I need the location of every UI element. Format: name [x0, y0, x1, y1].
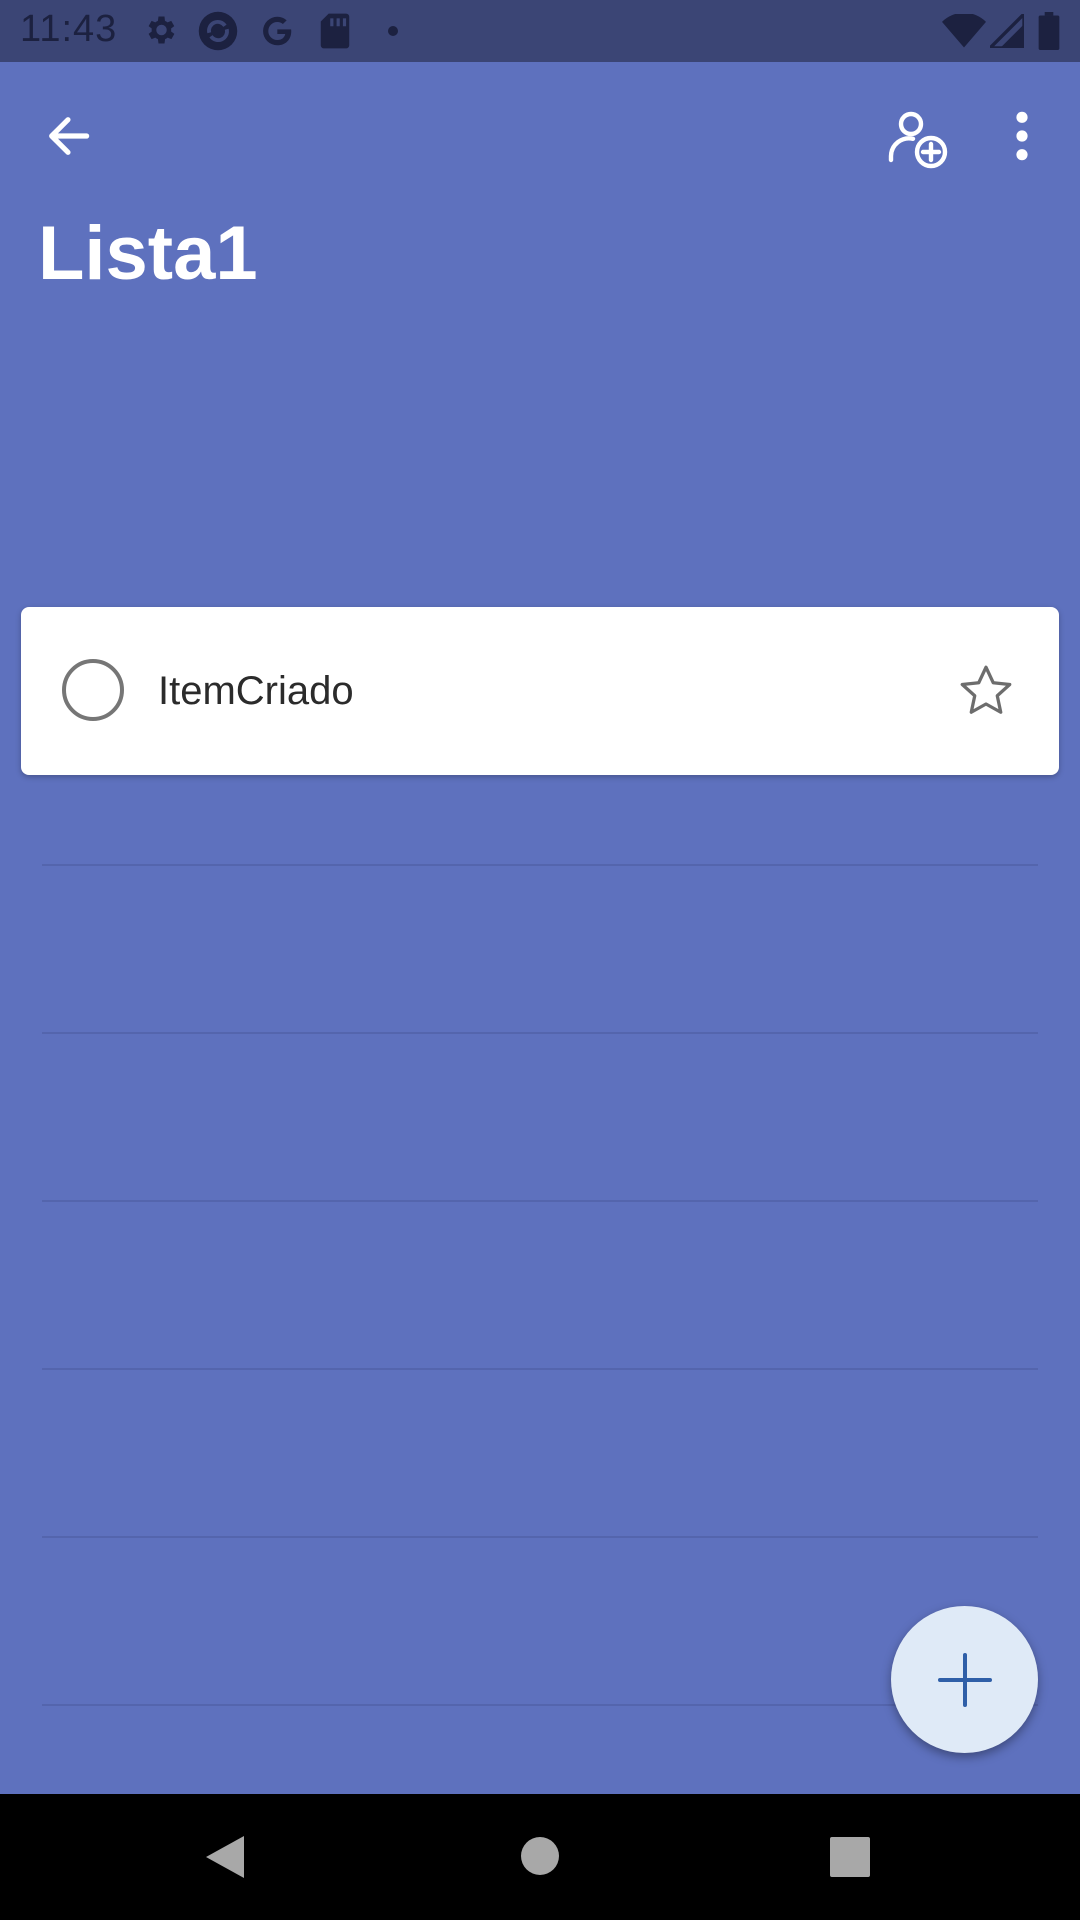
back-button[interactable] [40, 108, 100, 164]
recents-square-icon [830, 1837, 870, 1877]
list-divider [42, 1200, 1038, 1202]
back-triangle-icon [206, 1836, 244, 1878]
nav-back-button[interactable] [204, 1834, 246, 1885]
add-task-button[interactable] [891, 1606, 1038, 1753]
list-divider [42, 1704, 1038, 1706]
task-item[interactable]: ItemCriado [21, 607, 1059, 775]
list-divider [42, 864, 1038, 866]
share-list-button[interactable] [885, 106, 949, 170]
nav-home-button[interactable] [520, 1836, 560, 1881]
sync-icon [197, 10, 239, 57]
list-divider [42, 1368, 1038, 1370]
circle-outline-icon [62, 659, 124, 721]
home-circle-icon [521, 1837, 559, 1875]
task-complete-toggle[interactable] [61, 658, 125, 722]
more-options-button[interactable] [1000, 108, 1044, 164]
settings-icon [142, 12, 178, 53]
list-divider [42, 1032, 1038, 1034]
star-outline-icon [960, 665, 1012, 714]
system-nav-bar [0, 1794, 1080, 1920]
status-bar: 11:43 [0, 0, 1080, 62]
list-divider [42, 1536, 1038, 1538]
arrow-left-icon [49, 117, 90, 155]
signal-icon [985, 9, 1026, 53]
add-person-icon [888, 111, 948, 169]
more-vert-icon [1016, 111, 1028, 161]
google-icon [258, 12, 296, 55]
list-title: Lista1 [38, 211, 258, 296]
sd-card-icon [318, 12, 352, 55]
task-title: ItemCriado [158, 669, 354, 713]
wifi-icon [942, 12, 986, 53]
battery-icon [1038, 12, 1060, 55]
screen: 11:43 Lista1 ItemCriado [0, 0, 1080, 1920]
nav-recents-button[interactable] [830, 1837, 870, 1882]
status-time: 11:43 [20, 8, 118, 50]
task-star-button[interactable] [956, 661, 1016, 721]
dot-icon [387, 24, 399, 42]
plus-icon [938, 1653, 992, 1707]
